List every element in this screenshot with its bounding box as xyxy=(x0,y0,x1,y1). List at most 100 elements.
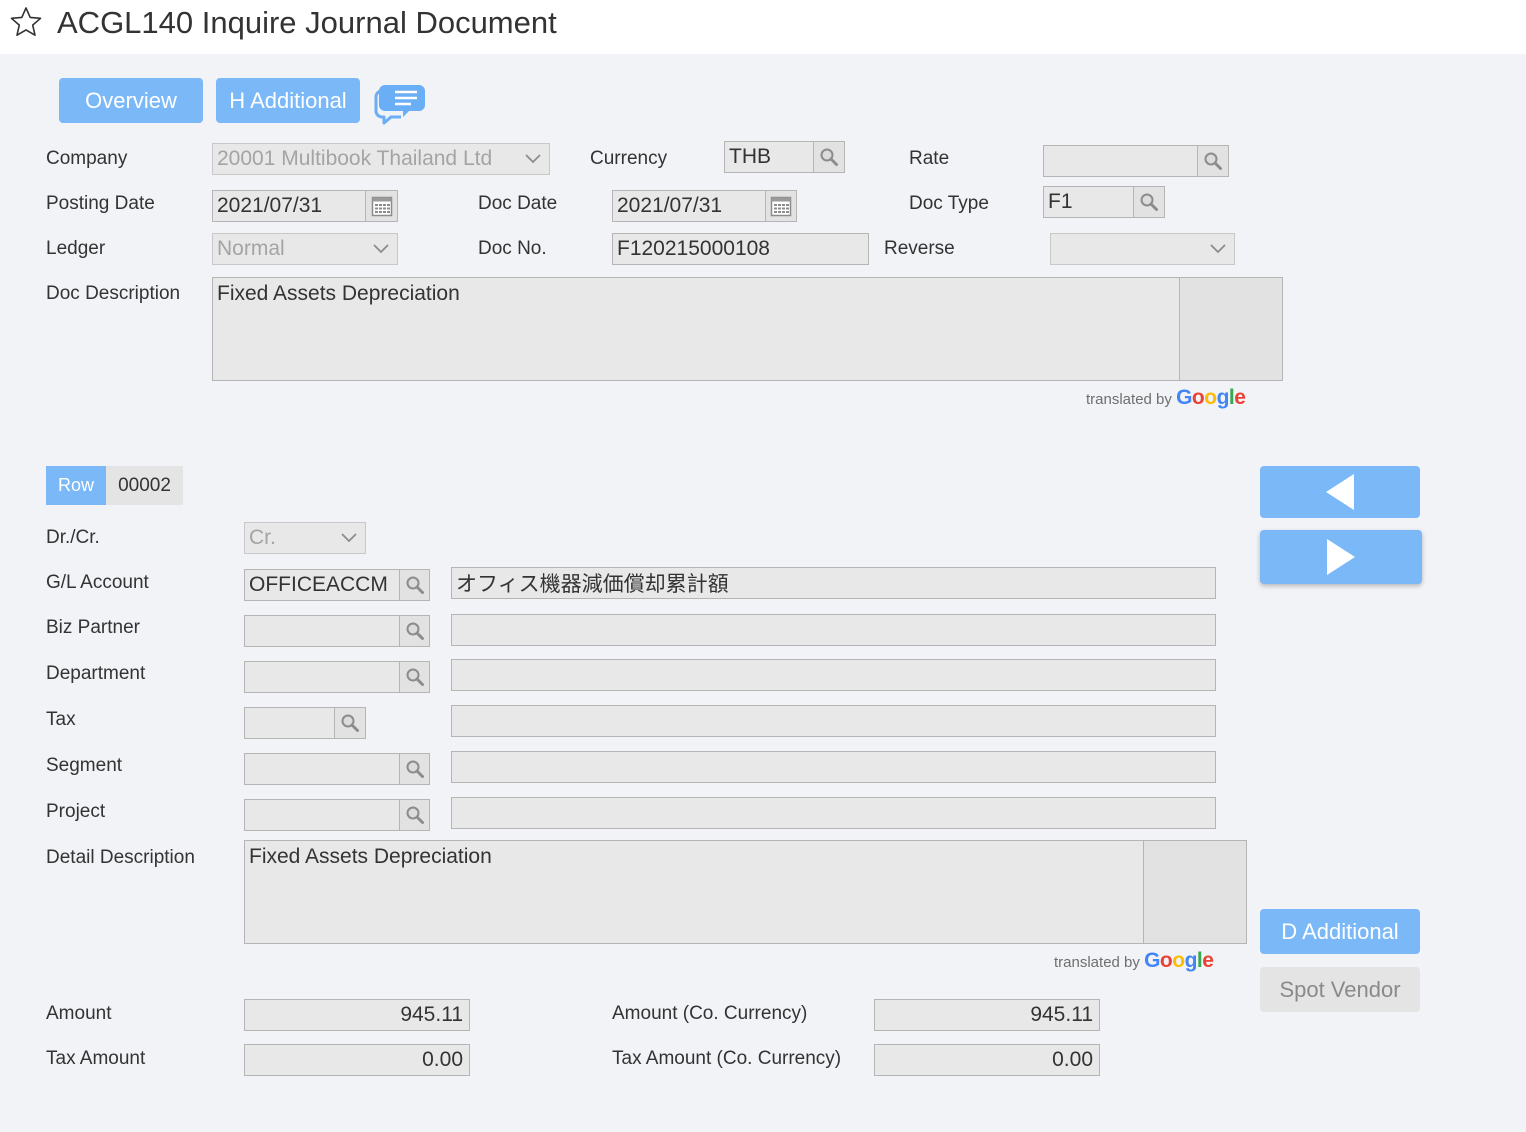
currency-value: THB xyxy=(729,145,771,168)
segment-label: Segment xyxy=(46,755,123,776)
project-name-field[interactable] xyxy=(451,797,1216,829)
search-icon xyxy=(340,713,360,733)
segment-field[interactable] xyxy=(244,753,400,785)
segment-search-button[interactable] xyxy=(399,753,430,785)
chevron-down-icon xyxy=(525,154,541,164)
detail-description-textarea[interactable]: Fixed Assets Depreciation xyxy=(244,840,1144,944)
doc-description-value: Fixed Assets Depreciation xyxy=(217,282,460,305)
translated-by-google: translated by Google xyxy=(1054,949,1214,973)
gl-account-search-button[interactable] xyxy=(399,569,430,601)
tax-amount-label: Tax Amount xyxy=(46,1048,146,1069)
biz-partner-search-button[interactable] xyxy=(399,615,430,647)
reverse-label: Reverse xyxy=(884,238,955,259)
doc-no-value: F120215000108 xyxy=(617,237,770,260)
doc-date-picker-button[interactable] xyxy=(765,190,797,222)
translated-prefix: translated by xyxy=(1054,954,1140,971)
search-icon xyxy=(1139,192,1159,212)
google-logo: Google xyxy=(1176,386,1246,409)
spot-vendor-button[interactable]: Spot Vendor xyxy=(1260,967,1420,1012)
tax-field[interactable] xyxy=(244,707,335,739)
gl-account-name: オフィス機器減価償却累計額 xyxy=(456,573,729,596)
calendar-icon xyxy=(371,195,393,217)
department-search-button[interactable] xyxy=(399,661,430,693)
currency-search-button[interactable] xyxy=(813,141,845,173)
gl-account-field[interactable]: OFFICEACCM xyxy=(244,569,400,601)
tax-amount-field[interactable]: 0.00 xyxy=(244,1044,470,1076)
doc-no-label: Doc No. xyxy=(478,238,547,259)
search-icon xyxy=(405,575,425,595)
department-label: Department xyxy=(46,663,146,684)
tax-name-field[interactable] xyxy=(451,705,1216,737)
doc-type-value: F1 xyxy=(1048,190,1073,213)
drcr-select[interactable]: Cr. xyxy=(244,522,366,554)
gl-account-label: G/L Account xyxy=(46,572,149,593)
search-icon xyxy=(405,759,425,779)
tax-search-button[interactable] xyxy=(334,707,366,739)
row-number: 00002 xyxy=(106,466,183,505)
doc-type-field[interactable]: F1 xyxy=(1043,186,1134,218)
ledger-label: Ledger xyxy=(46,238,106,259)
gl-account-name-field[interactable]: オフィス機器減価償却累計額 xyxy=(451,567,1216,599)
rate-search-button[interactable] xyxy=(1197,145,1229,177)
comments-icon[interactable] xyxy=(373,75,429,125)
detail-description-value: Fixed Assets Depreciation xyxy=(249,845,492,868)
search-icon xyxy=(405,805,425,825)
department-name-field[interactable] xyxy=(451,659,1216,691)
doc-no-field[interactable]: F120215000108 xyxy=(612,233,869,265)
translated-by-google: translated by Google xyxy=(1086,386,1246,410)
row-label: Row xyxy=(46,466,106,505)
doc-date-field[interactable]: 2021/07/31 xyxy=(612,190,766,222)
posting-date-picker-button[interactable] xyxy=(365,190,398,222)
company-value: 20001 Multibook Thailand Ltd xyxy=(217,147,493,170)
project-search-button[interactable] xyxy=(399,799,430,831)
rate-field[interactable] xyxy=(1043,145,1198,177)
translated-prefix: translated by xyxy=(1086,391,1172,408)
posting-date-value: 2021/07/31 xyxy=(217,194,323,217)
arrow-left-icon xyxy=(1326,474,1354,510)
favorite-star-icon[interactable] xyxy=(10,6,42,38)
segment-name-field[interactable] xyxy=(451,751,1216,783)
project-label: Project xyxy=(46,801,106,822)
chevron-down-icon xyxy=(373,244,389,254)
tax-amount-co-currency-field[interactable]: 0.00 xyxy=(874,1044,1100,1076)
department-field[interactable] xyxy=(244,661,400,693)
doc-description-textarea[interactable]: Fixed Assets Depreciation xyxy=(212,277,1180,381)
amount-co-currency-value: 945.11 xyxy=(1030,1003,1093,1026)
biz-partner-name-field[interactable] xyxy=(451,614,1216,646)
gl-account-value: OFFICEACCM xyxy=(249,573,388,596)
doc-description-side-panel xyxy=(1179,277,1283,381)
company-label: Company xyxy=(46,148,128,169)
currency-label: Currency xyxy=(590,148,668,169)
currency-field[interactable]: THB xyxy=(724,141,814,173)
doc-date-label: Doc Date xyxy=(478,193,558,214)
title-bar: ACGL140 Inquire Journal Document xyxy=(0,0,1526,54)
biz-partner-label: Biz Partner xyxy=(46,617,140,638)
amount-field[interactable]: 945.11 xyxy=(244,999,470,1031)
project-field[interactable] xyxy=(244,799,400,831)
posting-date-field[interactable]: 2021/07/31 xyxy=(212,190,366,222)
reverse-select[interactable] xyxy=(1050,233,1235,265)
tax-label: Tax xyxy=(46,709,76,730)
overview-button[interactable]: Overview xyxy=(59,78,203,123)
h-additional-button[interactable]: H Additional xyxy=(216,78,360,123)
drcr-label: Dr./Cr. xyxy=(46,527,100,548)
previous-row-button[interactable] xyxy=(1260,466,1420,518)
arrow-right-icon xyxy=(1327,539,1355,575)
company-select[interactable]: 20001 Multibook Thailand Ltd xyxy=(212,143,550,175)
ledger-value: Normal xyxy=(217,237,285,260)
biz-partner-field[interactable] xyxy=(244,615,400,647)
amount-label: Amount xyxy=(46,1003,112,1024)
amount-value: 945.11 xyxy=(400,1003,463,1026)
search-icon xyxy=(405,667,425,687)
d-additional-button[interactable]: D Additional xyxy=(1260,909,1420,954)
ledger-select[interactable]: Normal xyxy=(212,233,398,265)
amount-co-currency-field[interactable]: 945.11 xyxy=(874,999,1100,1031)
tax-amount-co-currency-label: Tax Amount (Co. Currency) xyxy=(612,1048,842,1069)
detail-description-side-panel xyxy=(1143,840,1247,944)
next-row-button[interactable] xyxy=(1260,530,1422,584)
detail-description-label: Detail Description xyxy=(46,847,195,868)
doc-type-label: Doc Type xyxy=(909,193,989,214)
calendar-icon xyxy=(770,195,792,217)
doc-type-search-button[interactable] xyxy=(1133,186,1165,218)
search-icon xyxy=(1203,151,1223,171)
